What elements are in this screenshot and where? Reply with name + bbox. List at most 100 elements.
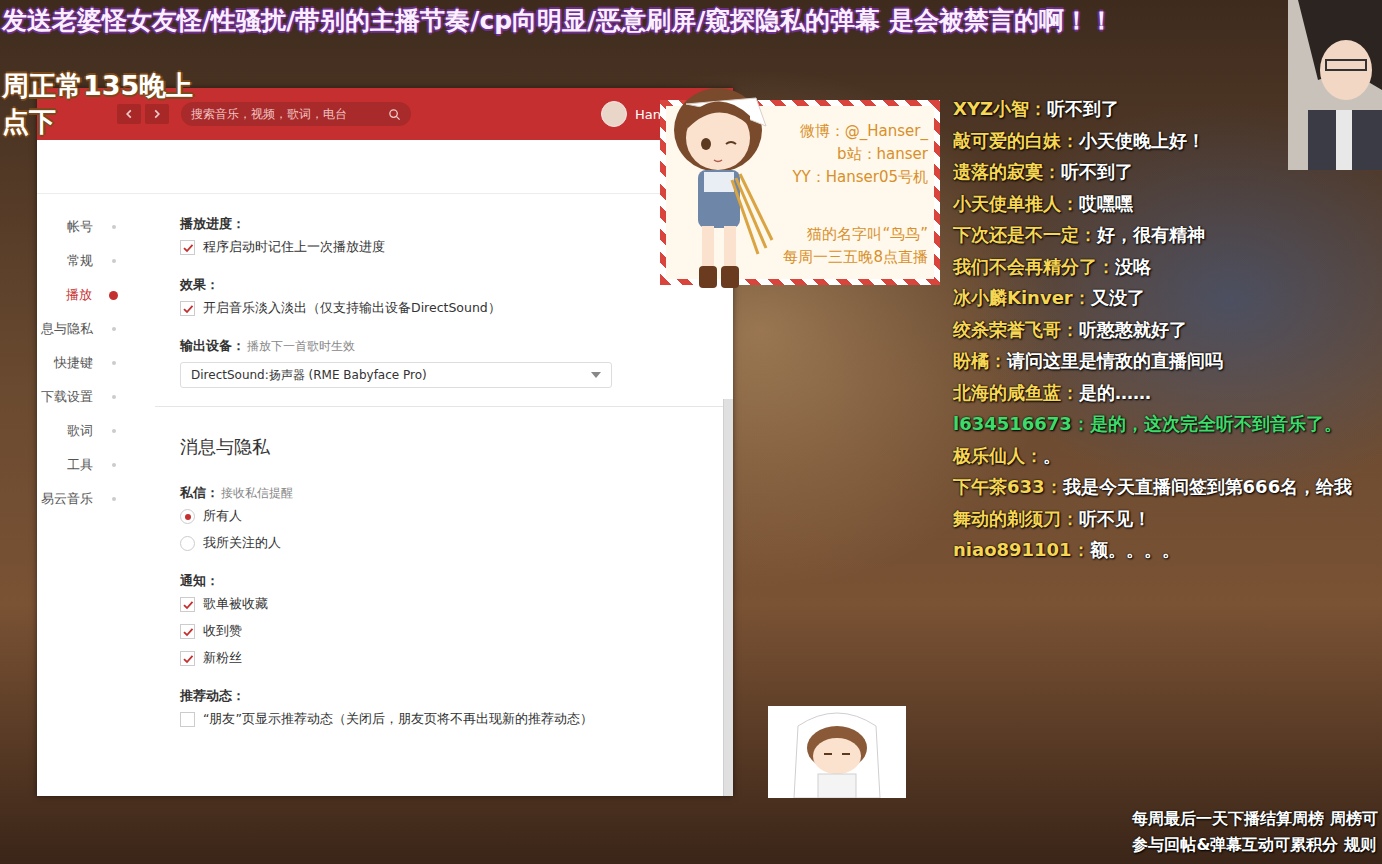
danmaku-user[interactable]: XYZ小智： — [953, 98, 1047, 119]
settings-group: 推荐动态： “朋友”页显示推荐动态（关闭后，朋友页将不再出现新的推荐动态） — [180, 686, 723, 733]
magnifier-icon — [388, 108, 401, 121]
checkbox-row[interactable]: 新粉丝 — [180, 645, 723, 672]
nav-dot — [112, 463, 116, 467]
checkbox-row[interactable]: 收到赞 — [180, 618, 723, 645]
contact-line: b站：hanser — [766, 143, 928, 166]
danmaku-user[interactable]: 舞动的剃须刀： — [953, 508, 1079, 529]
danmaku-user[interactable]: 极乐仙人： — [953, 445, 1043, 466]
danmaku-user[interactable]: l634516673： — [953, 413, 1090, 434]
nav-item[interactable]: 常规 — [37, 244, 120, 278]
settings-nav: 帐号常规播放息与隐私快捷键下载设置歌词工具易云音乐 — [37, 194, 120, 796]
danmaku-text: 听不到了 — [1061, 161, 1133, 182]
check-icon — [182, 242, 194, 254]
nav-item[interactable]: 易云音乐 — [37, 482, 120, 516]
group-title: 效果： — [180, 275, 723, 295]
danmaku-user[interactable]: 绞杀荣誉飞哥： — [953, 319, 1079, 340]
contact-list: 微博：@_Hanser_b站：hanserYY：Hanser05号机 — [766, 120, 928, 189]
check-icon — [182, 626, 194, 638]
back-button[interactable] — [117, 104, 141, 124]
danmaku-row: 绞杀荣誉飞哥：听憨憨就好了 — [953, 314, 1352, 346]
danmaku-row: 北海的咸鱼蓝：是的…… — [953, 377, 1352, 409]
danmaku-user[interactable]: 下午茶633： — [953, 476, 1063, 497]
forward-arrow-icon — [151, 108, 163, 120]
footer-notes: 每周最后一天下播结算周榜 周榜可参与回帖&弹幕互动可累积分 规则 — [1132, 806, 1378, 858]
chibi-sticker — [768, 706, 906, 798]
danmaku-user[interactable]: 我们不会再精分了： — [953, 256, 1115, 277]
checkbox[interactable] — [180, 651, 195, 666]
group-title-text: 通知： — [180, 573, 219, 588]
danmaku-user[interactable]: 小天使单推人： — [953, 193, 1079, 214]
nav-dot — [112, 361, 116, 365]
checkbox-row[interactable]: “朋友”页显示推荐动态（关闭后，朋友页将不再出现新的推荐动态） — [180, 706, 723, 733]
radio-button[interactable] — [180, 509, 195, 524]
dropdown-value: DirectSound:扬声器 (RME Babyface Pro) — [191, 367, 583, 384]
rules-banner: 发送老婆怪女友怪/性骚扰/带别的主播节奏/cp向明显/恶意刷屏/窥探隐私的弹幕 … — [2, 4, 1114, 37]
user-name[interactable]: Han — [635, 107, 661, 122]
danmaku-user[interactable]: 遗落的寂寞： — [953, 161, 1061, 182]
divider — [155, 406, 723, 407]
danmaku-user[interactable]: 冰小麟Kinver： — [953, 287, 1091, 308]
checkbox[interactable] — [180, 301, 195, 316]
note-line: 猫的名字叫“鸟鸟” — [766, 223, 928, 246]
radio-button[interactable] — [180, 536, 195, 551]
user-avatar[interactable] — [601, 101, 627, 127]
contact-line: YY：Hanser05号机 — [766, 166, 928, 189]
checkbox[interactable] — [180, 597, 195, 612]
output-device-dropdown[interactable]: DirectSound:扬声器 (RME Babyface Pro) — [180, 362, 612, 388]
group-title-text: 效果： — [180, 277, 219, 292]
checkbox-row[interactable]: 歌单被收藏 — [180, 591, 723, 618]
back-arrow-icon — [123, 108, 135, 120]
danmaku-text: 又没了 — [1091, 287, 1145, 308]
nav-item[interactable]: 歌词 — [37, 414, 120, 448]
toolbar-area — [37, 140, 733, 194]
danmaku-text: 好，很有精神 — [1097, 224, 1205, 245]
radio-row[interactable]: 所有人 — [180, 503, 723, 530]
note-list: 猫的名字叫“鸟鸟”每周一三五晚8点直播 — [766, 223, 928, 269]
danmaku-user[interactable]: niao891101： — [953, 539, 1090, 560]
nav-item[interactable]: 工具 — [37, 448, 120, 482]
danmaku-user[interactable]: 盼橘： — [953, 350, 1007, 371]
settings-group: 通知： 歌单被收藏收到赞新粉丝 — [180, 571, 723, 672]
nav-item[interactable]: 下载设置 — [37, 380, 120, 414]
nav-label: 歌词 — [67, 422, 93, 440]
stream-screen: 搜索音乐，视频，歌词，电台 Han 帐号常规播放息与隐私快捷键下载设置歌词工具易云音… — [0, 0, 1382, 864]
checkbox-row[interactable]: 程序启动时记住上一次播放进度 — [180, 234, 723, 261]
checkbox[interactable] — [180, 240, 195, 255]
anime-character-icon — [1288, 0, 1382, 170]
group-title-text: 推荐动态： — [180, 688, 245, 703]
nav-label: 下载设置 — [41, 388, 93, 406]
settings-group: 输出设备：播放下一首歌时生效DirectSound:扬声器 (RME Babyf… — [180, 336, 723, 388]
danmaku-text: 我是今天直播间签到第666名，给我 — [1063, 476, 1353, 497]
danmaku-list: XYZ小智：听不到了敲可爱的白妹：小天使晚上好！遗落的寂寞：听不到了小天使单推人… — [953, 93, 1352, 566]
search-field[interactable]: 搜索音乐，视频，歌词，电台 — [181, 102, 411, 126]
radio-row[interactable]: 我所关注的人 — [180, 530, 723, 557]
nav-item[interactable]: 播放 — [37, 278, 120, 312]
nav-item[interactable]: 息与隐私 — [37, 312, 120, 346]
danmaku-user[interactable]: 下次还是不一定： — [953, 224, 1097, 245]
nav-item[interactable]: 帐号 — [37, 210, 120, 244]
nav-dot — [112, 259, 116, 263]
checkbox[interactable] — [180, 624, 195, 639]
radio-label: 我所关注的人 — [203, 535, 281, 552]
search-placeholder: 搜索音乐，视频，歌词，电台 — [191, 106, 382, 123]
danmaku-user[interactable]: 敲可爱的白妹： — [953, 130, 1079, 151]
checkbox-label: 程序启动时记住上一次播放进度 — [203, 239, 385, 256]
forward-button[interactable] — [145, 104, 169, 124]
nav-item[interactable]: 快捷键 — [37, 346, 120, 380]
anime-picture — [1288, 0, 1382, 170]
nav-dot — [112, 395, 116, 399]
check-icon — [182, 599, 194, 611]
danmaku-text: 听憨憨就好了 — [1079, 319, 1187, 340]
checkbox-row[interactable]: 开启音乐淡入淡出（仅支持输出设备DirectSound） — [180, 295, 723, 322]
checkbox-label: 开启音乐淡入淡出（仅支持输出设备DirectSound） — [203, 300, 501, 317]
danmaku-text: 额。。。。 — [1090, 539, 1180, 560]
radio-dot — [185, 514, 191, 520]
danmaku-text: 。 — [1043, 445, 1061, 466]
checkbox[interactable] — [180, 712, 195, 727]
danmaku-row: 下午茶633：我是今天直播间签到第666名，给我 — [953, 471, 1352, 503]
danmaku-text: 听不到了 — [1047, 98, 1119, 119]
danmaku-user[interactable]: 北海的咸鱼蓝： — [953, 382, 1079, 403]
group-title-text: 输出设备： — [180, 338, 245, 353]
settings-section: 播放进度：程序启动时记住上一次播放进度效果：开启音乐淡入淡出（仅支持输出设备Di… — [180, 214, 723, 388]
scrollbar-thumb[interactable] — [723, 399, 733, 796]
